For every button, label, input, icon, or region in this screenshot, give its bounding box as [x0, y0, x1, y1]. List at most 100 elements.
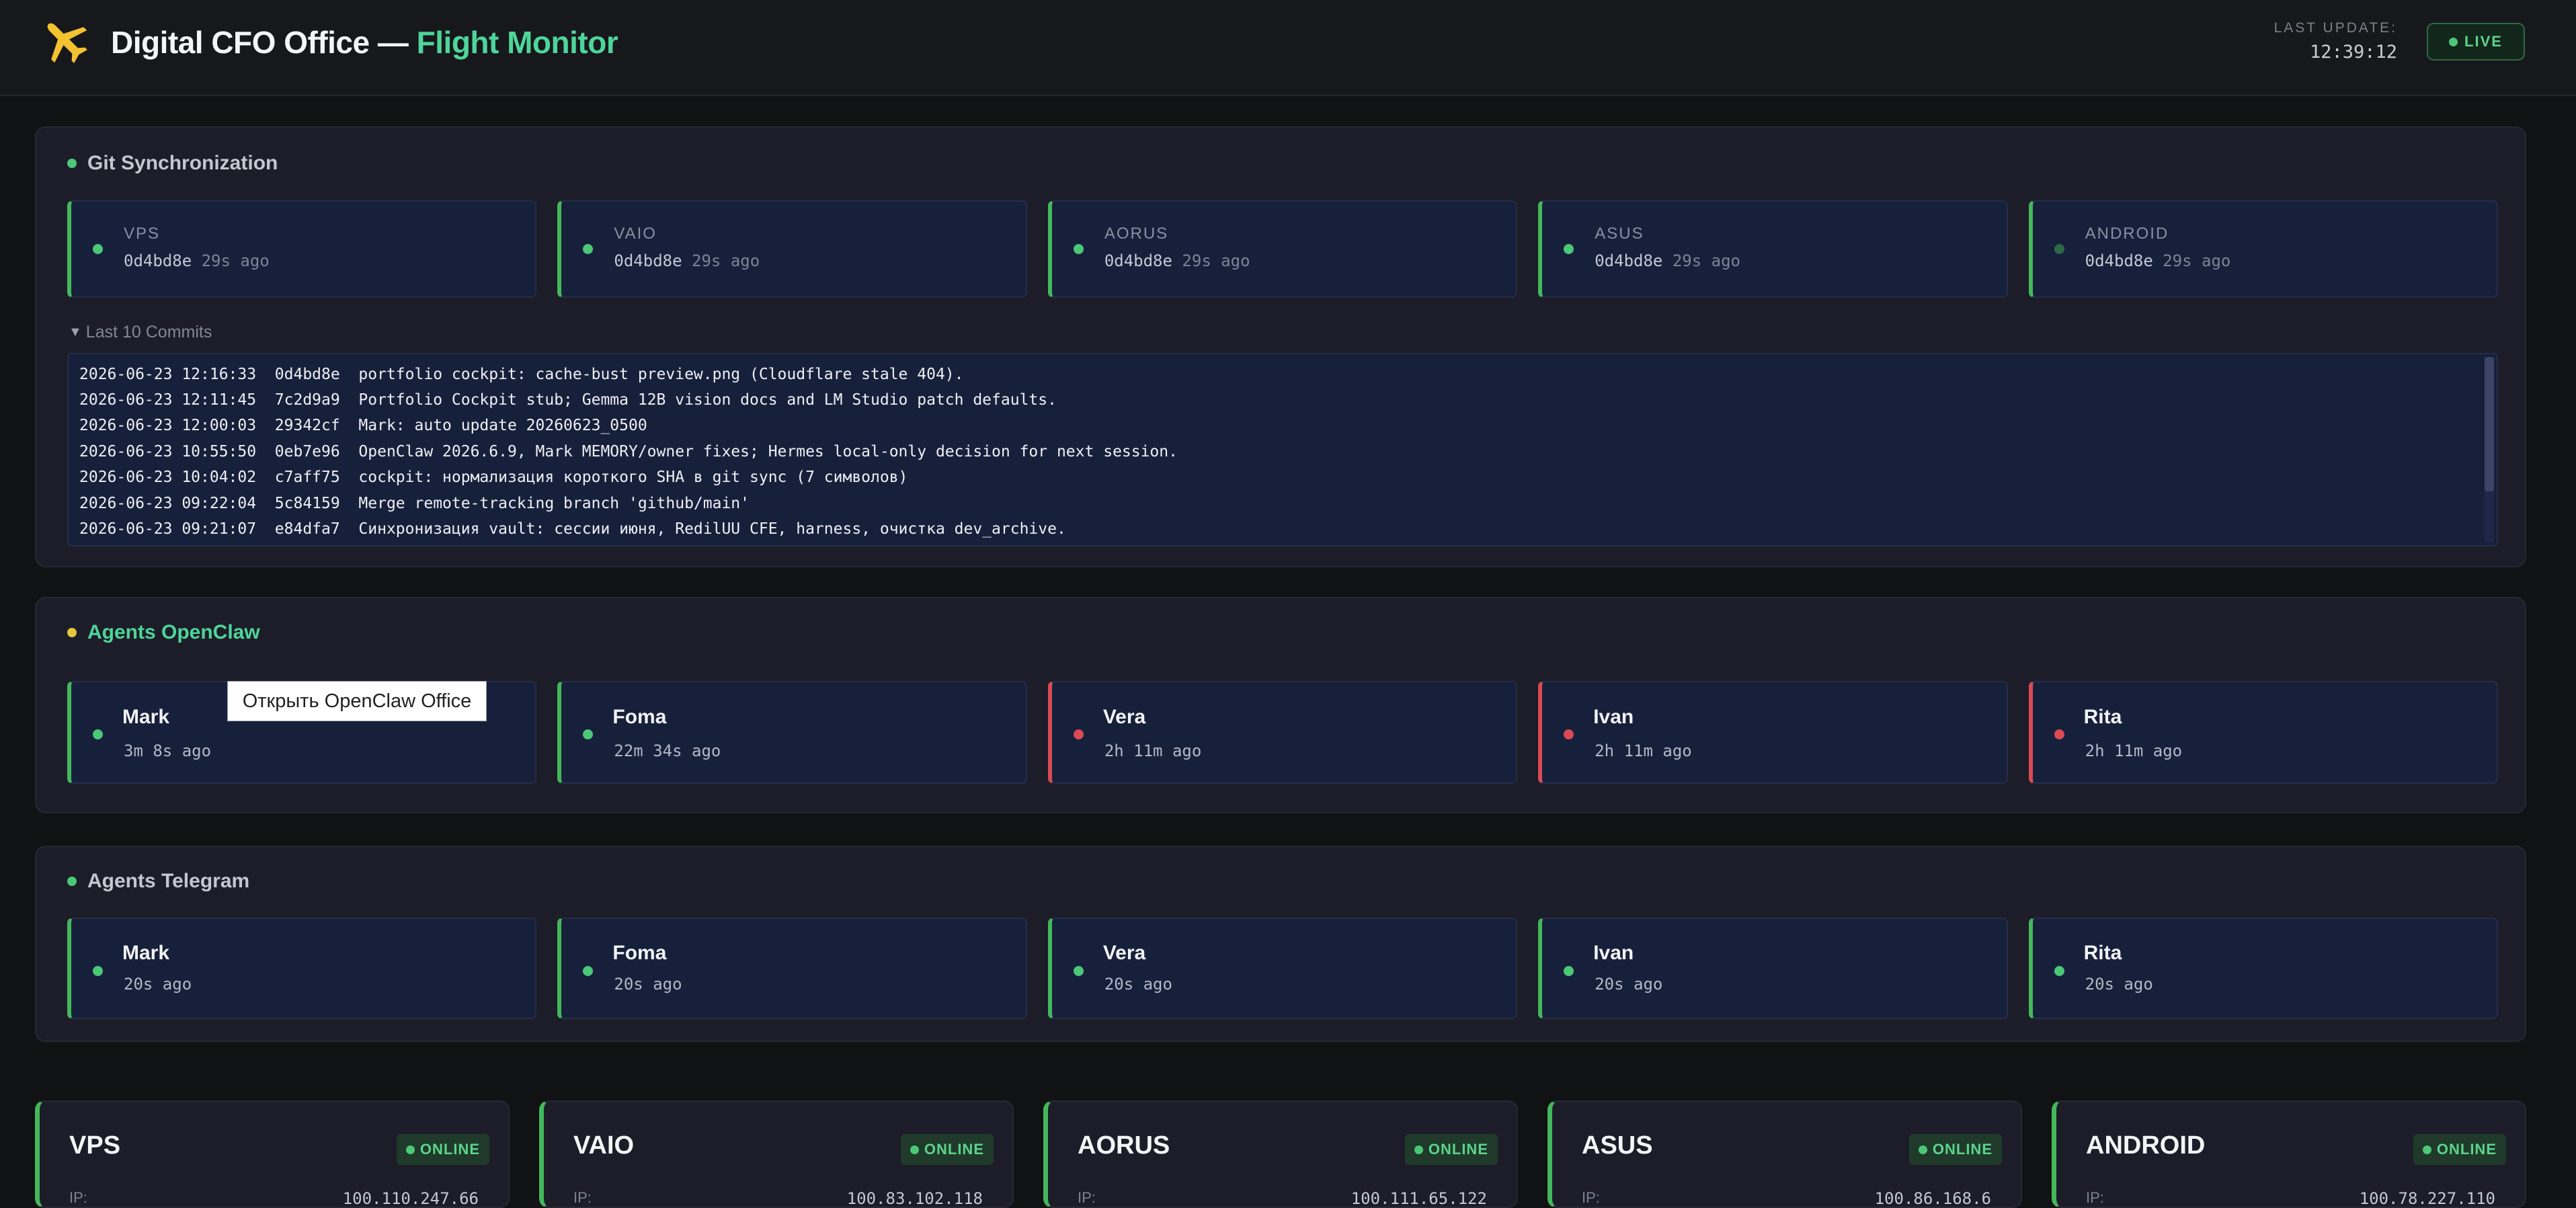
- openclaw-agent-card-vera[interactable]: Vera 2h 11m ago: [1047, 681, 1518, 784]
- git-hash: 0d4bd8e: [1595, 251, 1663, 270]
- host-card-vps[interactable]: VPS ONLINE IP: 100.110.247.66: [35, 1100, 510, 1208]
- openclaw-agent-card-foma[interactable]: Foma 22m 34s ago: [557, 681, 1027, 784]
- status-dot-icon: [67, 159, 77, 168]
- git-hash: 0d4bd8e: [614, 251, 682, 270]
- agent-ago: 20s ago: [1595, 975, 1663, 994]
- status-dot-icon: [1564, 729, 1574, 739]
- host-name: VAIO: [573, 1131, 635, 1160]
- status-badge: ONLINE: [1404, 1134, 1498, 1165]
- git-hash: 0d4bd8e: [2085, 251, 2153, 270]
- git-host-card-android[interactable]: ANDROID 0d4bd8e 29s ago: [2028, 200, 2499, 298]
- host-ip-label: IP:: [573, 1189, 592, 1206]
- git-host-info: 0d4bd8e 29s ago: [614, 251, 760, 270]
- commits-scrollbar[interactable]: [2485, 357, 2494, 542]
- agent-name: Mark: [122, 942, 170, 964]
- host-card-aorus[interactable]: AORUS ONLINE IP: 100.111.65.122: [1043, 1100, 1518, 1208]
- online-dot-icon: [1414, 1145, 1423, 1154]
- commit-line: 2026-06-23 12:16:33 0d4bd8e portfolio co…: [79, 366, 964, 383]
- host-ip-label: IP:: [2086, 1189, 2104, 1206]
- telegram-agent-card-rita[interactable]: Rita 20s ago: [2028, 918, 2499, 1019]
- online-dot-icon: [405, 1145, 415, 1154]
- openclaw-agent-card-rita[interactable]: Rita 2h 11m ago: [2028, 681, 2499, 784]
- git-host-row: VPS 0d4bd8e 29s ago VAIO 0d4bd8e 29s ago…: [67, 200, 2499, 298]
- last-update-time: 12:39:12: [2309, 42, 2397, 63]
- git-host-card-vaio[interactable]: VAIO 0d4bd8e 29s ago: [557, 200, 1027, 298]
- commit-line: 2026-06-23 09:21:07 e84dfa7 Синхронизаци…: [79, 520, 1066, 538]
- status-badge: ONLINE: [396, 1134, 489, 1165]
- host-card-asus[interactable]: ASUS ONLINE IP: 100.86.168.6: [1547, 1100, 2022, 1208]
- status-label: ONLINE: [419, 1141, 480, 1158]
- host-ip: 100.78.227.110: [2359, 1189, 2495, 1208]
- status-dot-icon: [583, 966, 594, 976]
- telegram-agent-card-mark[interactable]: Mark 20s ago: [67, 918, 537, 1019]
- telegram-agents-panel: Agents Telegram Mark 20s ago Foma 20s ag…: [35, 846, 2526, 1042]
- git-host-name: VAIO: [614, 225, 657, 243]
- commit-line: 2026-06-23 12:00:03 29342cf Mark: auto u…: [79, 417, 647, 434]
- git-ago: 29s ago: [1182, 251, 1250, 270]
- host-ip: 100.111.65.122: [1351, 1189, 1487, 1208]
- telegram-agent-card-vera[interactable]: Vera 20s ago: [1047, 918, 1518, 1019]
- live-label: LIVE: [2464, 33, 2503, 50]
- agent-name: Ivan: [1593, 706, 1634, 728]
- host-ip: 100.83.102.118: [846, 1189, 983, 1208]
- status-dot-icon: [1564, 244, 1574, 254]
- live-badge: LIVE: [2427, 23, 2525, 61]
- git-ago: 29s ago: [2163, 251, 2231, 270]
- git-host-name: AORUS: [1104, 225, 1169, 243]
- online-dot-icon: [1918, 1145, 1927, 1154]
- status-dot-icon: [583, 244, 594, 254]
- status-dot-icon: [1073, 244, 1084, 254]
- telegram-agent-card-foma[interactable]: Foma 20s ago: [557, 918, 1027, 1019]
- agent-ago: 3m 8s ago: [124, 741, 212, 760]
- host-ip-label: IP:: [69, 1189, 87, 1206]
- status-dot-icon: [2054, 729, 2064, 739]
- agent-ago: 2h 11m ago: [2085, 741, 2183, 760]
- status-dot-icon: [2054, 966, 2064, 976]
- host-card-android[interactable]: ANDROID ONLINE IP: 100.78.227.110: [2052, 1100, 2526, 1208]
- telegram-title: Agents Telegram: [67, 870, 249, 893]
- title-accent: Flight Monitor: [416, 25, 618, 60]
- telegram-title-text: Agents Telegram: [87, 870, 250, 892]
- git-host-card-aorus[interactable]: AORUS 0d4bd8e 29s ago: [1047, 200, 1518, 298]
- status-dot-icon: [93, 729, 103, 739]
- agent-ago: 20s ago: [2085, 975, 2153, 994]
- status-dot-icon: [583, 729, 594, 739]
- status-label: ONLINE: [1428, 1141, 1488, 1158]
- scroll-thumb[interactable]: [2485, 357, 2494, 491]
- commit-line: 2026-06-23 12:11:45 7c2d9a9 Portfolio Co…: [79, 391, 1057, 409]
- git-host-info: 0d4bd8e 29s ago: [2085, 251, 2231, 270]
- online-dot-icon: [910, 1145, 919, 1154]
- agent-name: Foma: [612, 706, 667, 728]
- airplane-icon: [47, 23, 87, 63]
- git-ago: 29s ago: [1672, 251, 1740, 270]
- openclaw-title: Agents OpenClaw: [67, 621, 260, 644]
- status-dot-icon: [2054, 244, 2064, 254]
- host-name: ASUS: [1582, 1131, 1653, 1160]
- git-hash: 0d4bd8e: [1104, 251, 1172, 270]
- telegram-agent-card-ivan[interactable]: Ivan 20s ago: [1538, 918, 2008, 1019]
- commits-toggle[interactable]: ▼ Last 10 Commits: [69, 323, 212, 342]
- agent-ago: 20s ago: [614, 975, 682, 994]
- git-host-card-vps[interactable]: VPS 0d4bd8e 29s ago: [67, 200, 537, 298]
- commit-line: 2026-06-23 09:22:04 5c84159 Merge remote…: [79, 495, 750, 512]
- status-dot-icon: [1073, 729, 1084, 739]
- git-host-info: 0d4bd8e 29s ago: [124, 251, 270, 270]
- agent-name: Rita: [2083, 942, 2122, 964]
- host-name: AORUS: [1078, 1131, 1170, 1160]
- host-card-vaio[interactable]: VAIO ONLINE IP: 100.83.102.118: [539, 1100, 1014, 1208]
- last-update-label: LAST UPDATE:: [2273, 20, 2397, 36]
- status-dot-icon: [67, 877, 77, 886]
- triangle-down-icon: ▼: [69, 325, 82, 339]
- commits-log[interactable]: 2026-06-23 12:16:33 0d4bd8e portfolio co…: [67, 353, 2498, 547]
- status-label: ONLINE: [924, 1141, 984, 1158]
- git-sync-title: Git Synchronization: [67, 152, 278, 175]
- git-host-name: ANDROID: [2085, 225, 2169, 243]
- agent-name: Rita: [2083, 706, 2122, 728]
- openclaw-office-tooltip: Открыть OpenClaw Office: [227, 681, 487, 721]
- host-name: VPS: [69, 1131, 121, 1160]
- status-badge: ONLINE: [1908, 1134, 2002, 1165]
- openclaw-agent-card-ivan[interactable]: Ivan 2h 11m ago: [1538, 681, 2008, 784]
- git-ago: 29s ago: [201, 251, 270, 270]
- git-host-card-asus[interactable]: ASUS 0d4bd8e 29s ago: [1538, 200, 2008, 298]
- openclaw-title-text: Agents OpenClaw: [87, 621, 260, 643]
